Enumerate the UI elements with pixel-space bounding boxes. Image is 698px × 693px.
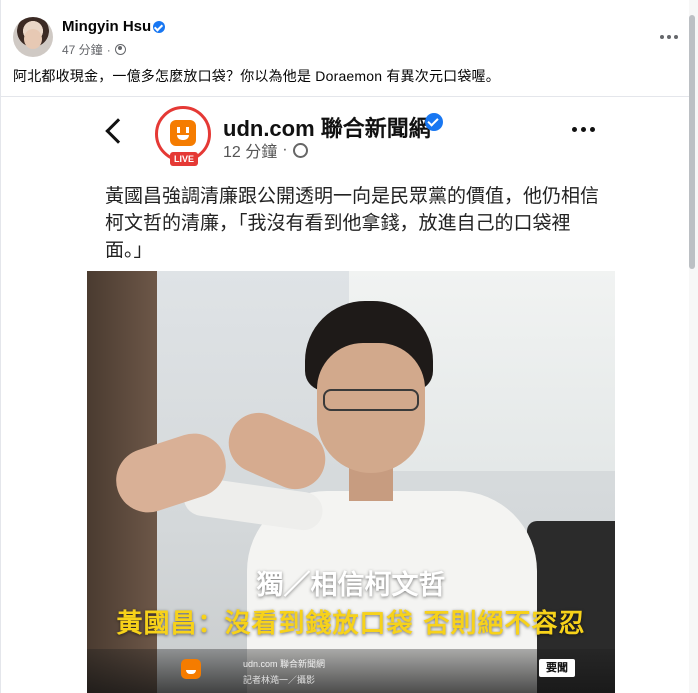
live-badge: LIVE xyxy=(170,152,198,166)
meta-separator: · xyxy=(106,42,111,57)
post-header: Mingyin Hsu 47 分鐘 · xyxy=(13,17,683,61)
photo-footer: udn.com 聯合新聞網 記者林澔一／攝影 要聞 xyxy=(87,649,615,693)
more-dot xyxy=(581,127,586,132)
udn-footer-logo xyxy=(181,659,201,679)
avatar[interactable] xyxy=(13,17,53,57)
footer-site-name: udn.com 聯合新聞網 xyxy=(243,659,326,669)
footer-credit: 記者林澔一／攝影 xyxy=(243,675,316,685)
post-text: 阿北都收現金，一億多怎麼放口袋？你以為他是 Doraemon 有異次元口袋喔。 xyxy=(13,68,500,84)
person-glasses xyxy=(323,389,419,411)
news-photo: 獨／相信柯文哲 黃國昌：沒看到錢放口袋 否則絕不容忍 udn.com 聯合新聞網… xyxy=(87,271,615,693)
author-name[interactable]: Mingyin Hsu xyxy=(62,18,151,35)
back-icon xyxy=(105,118,131,144)
more-icon xyxy=(572,127,595,132)
more-dot xyxy=(572,127,577,132)
globe-icon xyxy=(292,142,308,158)
more-dot xyxy=(667,35,671,39)
footer-tag: 要聞 xyxy=(539,659,575,677)
verified-icon xyxy=(153,21,165,33)
scrollbar-thumb[interactable] xyxy=(689,15,695,269)
shared-quote-text: 黃國昌強調清廉跟公開透明一向是民眾黨的價值，他仍相信柯文哲的清廉，「我沒有看到他… xyxy=(105,185,600,261)
photo-caption-title: 獨／相信柯文哲 xyxy=(256,570,446,601)
more-dot xyxy=(674,35,678,39)
udn-plug-icon xyxy=(170,120,196,146)
post-meta: 47 分鐘 · xyxy=(62,41,126,58)
post-card: Mingyin Hsu 47 分鐘 · 阿北都收現金，一億多怎麼放口袋？你以為他… xyxy=(0,0,698,693)
more-dot xyxy=(660,35,664,39)
shared-post-time: 12 分鐘 xyxy=(223,144,278,161)
shared-post-meta: 12 分鐘 · xyxy=(223,138,308,162)
more-button[interactable] xyxy=(657,25,681,49)
post-time[interactable]: 47 分鐘 xyxy=(62,41,103,58)
verified-icon xyxy=(425,113,443,131)
shared-meta-separator: · xyxy=(282,141,288,158)
shared-screenshot-image[interactable]: LIVE udn.com 聯合新聞網 12 分鐘 · 黃國昌強調清廉跟公開透明一… xyxy=(87,97,615,693)
globe-icon[interactable] xyxy=(114,44,126,55)
more-dot xyxy=(590,127,595,132)
photo-caption-headline: 黃國昌：沒看到錢放口袋 否則絕不容忍 xyxy=(116,609,586,639)
